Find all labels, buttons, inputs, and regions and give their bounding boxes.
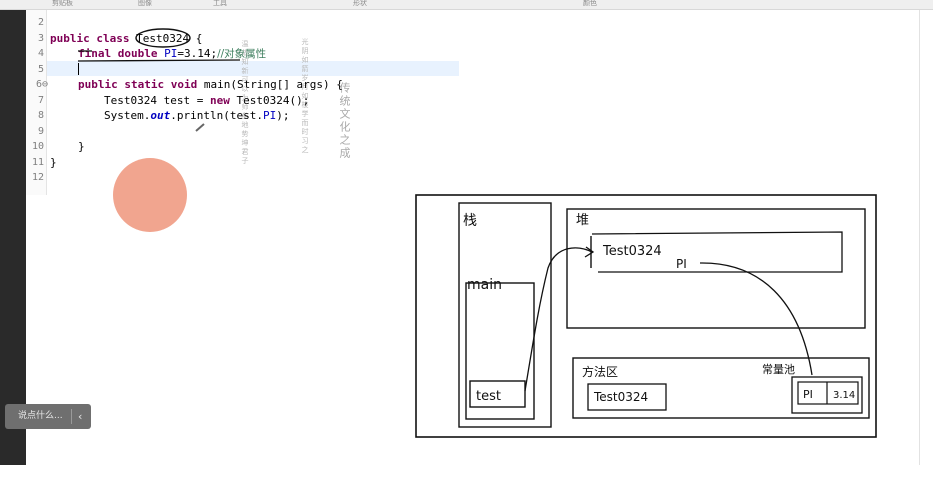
main-frame-label: main xyxy=(467,277,502,293)
chevron-left-icon[interactable]: ‹ xyxy=(78,404,82,429)
pi-constant-name: PI xyxy=(803,388,813,401)
stack-label: 栈 xyxy=(463,213,477,229)
reference-arrow-head xyxy=(584,246,595,258)
pi-constant-value: 3.14 xyxy=(833,390,855,401)
heap-object-label: Test0324 xyxy=(602,244,662,259)
class-info-label: Test0324 xyxy=(593,390,648,404)
chat-input-widget[interactable]: 说点什么... ‹ xyxy=(5,404,91,429)
method-area-label: 方法区 xyxy=(582,364,618,379)
test-variable-label: test xyxy=(476,389,501,404)
pen-cursor-icon xyxy=(195,123,205,132)
ink-circle-classname xyxy=(135,28,191,48)
stack-box xyxy=(458,202,552,428)
constant-pool-label: 常量池 xyxy=(762,363,795,376)
heap-object-field: PI xyxy=(676,257,687,271)
annotation-drawing: 栈 main test 堆 Test0324 PI 方法区 Test0324 常… xyxy=(77,28,877,438)
heap-box xyxy=(566,208,866,329)
chat-divider xyxy=(71,409,72,424)
chat-input-placeholder[interactable]: 说点什么... xyxy=(18,404,63,429)
ink-underline xyxy=(77,59,241,62)
heap-label: 堆 xyxy=(576,213,589,228)
